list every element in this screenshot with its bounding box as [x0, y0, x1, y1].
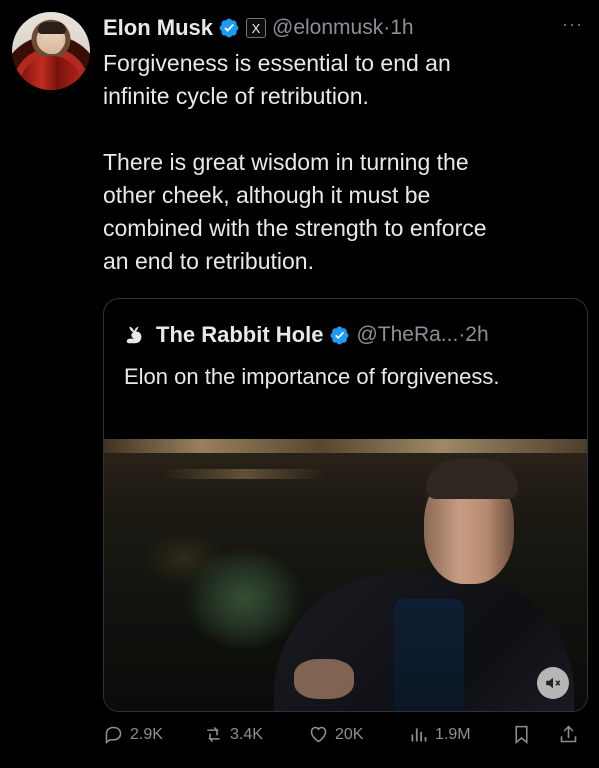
bookmark-icon: [515, 725, 528, 745]
affiliate-x-label: X: [251, 20, 261, 36]
quoted-author-name[interactable]: The Rabbit Hole: [156, 322, 323, 348]
reply-icon: [105, 726, 122, 744]
author-handle[interactable]: @elonmusk: [272, 16, 383, 40]
quoted-header: The Rabbit Hole @TheRa... ·2h: [124, 321, 489, 349]
video-mute-icon[interactable]: [537, 667, 569, 699]
background-plant: [184, 549, 304, 649]
tweet-actions: 2.9K 3.4K 20K 1.9M: [103, 722, 583, 752]
author-name[interactable]: Elon Musk: [103, 15, 213, 41]
affiliate-x-badge: X: [246, 18, 267, 38]
background-lights: [104, 439, 587, 453]
repost-button[interactable]: 3.4K: [203, 724, 263, 745]
bookmark-button[interactable]: [511, 724, 538, 745]
like-button[interactable]: 20K: [308, 724, 363, 745]
share-icon: [560, 725, 577, 743]
tweet-header: Elon Musk X @elonmusk ·1h: [103, 13, 414, 43]
video-person-shirt: [394, 599, 464, 711]
background-lights: [164, 469, 324, 479]
quoted-time[interactable]: ·2h: [458, 323, 488, 347]
tweet-time[interactable]: ·1h: [383, 16, 413, 40]
share-button[interactable]: [558, 724, 585, 745]
views-button[interactable]: 1.9M: [408, 724, 471, 745]
reply-count: 2.9K: [130, 725, 163, 743]
speaker-muted-icon: [546, 677, 561, 689]
avatar-hair: [38, 22, 66, 34]
views-count: 1.9M: [435, 725, 471, 743]
views-icon: [411, 728, 427, 742]
reply-button[interactable]: 2.9K: [103, 724, 163, 745]
tweet-text: Forgiveness is essential to end an infin…: [103, 50, 487, 274]
like-count: 20K: [335, 725, 364, 743]
avatar-suit: [20, 56, 82, 90]
repost-count: 3.4K: [230, 725, 263, 743]
video-person-hand: [294, 659, 354, 699]
rabbit-logo-icon: [126, 326, 142, 344]
more-options-icon[interactable]: ···: [562, 14, 583, 35]
heart-icon: [310, 726, 327, 743]
verified-badge-icon: [330, 326, 349, 344]
video-person-hair: [426, 459, 518, 499]
quoted-text: Elon on the importance of forgiveness.: [124, 364, 500, 389]
quoted-author-handle[interactable]: @TheRa...: [356, 323, 458, 347]
verified-badge-icon: [219, 18, 239, 38]
quoted-video[interactable]: [104, 439, 587, 711]
author-avatar[interactable]: [12, 12, 90, 90]
quoted-tweet[interactable]: The Rabbit Hole @TheRa... ·2h Elon on th…: [103, 298, 588, 712]
repost-icon: [207, 726, 220, 743]
